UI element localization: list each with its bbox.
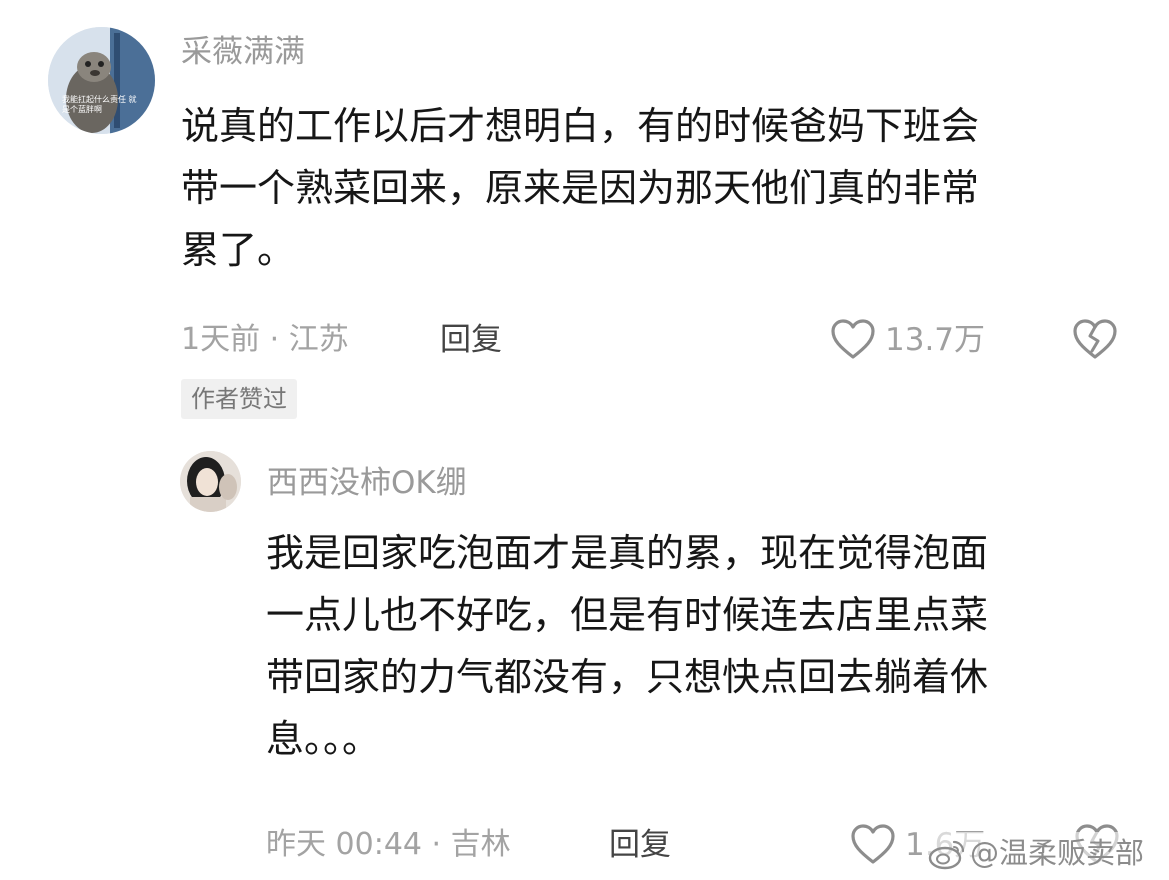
comment-like-count: 13.7万 (885, 322, 986, 358)
weibo-logo-icon (928, 838, 966, 870)
reply-text-line: 带回家的力气都没有，只想快点回去躺着休 (266, 655, 989, 699)
reply-text-line: 息。。。 (266, 717, 381, 761)
reply-text: 我是回家吃泡面才是真的累，现在觉得泡面 一点儿也不好吃，但是有时候连去店里点菜 … (266, 522, 1136, 770)
heart-outline-icon (851, 824, 895, 864)
author-liked-badge: 作者赞过 (181, 379, 297, 419)
broken-heart-icon (1073, 319, 1117, 359)
commenter-avatar[interactable]: 我能扛起什么责任 就是个蓝胖啊 (48, 27, 155, 134)
comment-text-line: 带一个熟菜回来，原来是因为那天他们真的非常 (181, 166, 980, 210)
avatar-caption: 我能扛起什么责任 就是个蓝胖啊 (62, 95, 137, 114)
reply-text-line: 一点儿也不好吃，但是有时候连去店里点菜 (266, 593, 989, 637)
reply-text-line: 我是回家吃泡面才是真的累，现在觉得泡面 (266, 531, 989, 575)
watermark-text: @温柔贩卖部 (970, 836, 1145, 870)
dislike-button[interactable] (1072, 318, 1118, 360)
heart-outline-icon (831, 319, 875, 359)
replier-avatar[interactable] (180, 451, 241, 512)
reply-reply-button[interactable]: 回复 (609, 825, 671, 865)
comment-text: 说真的工作以后才想明白，有的时候爸妈下班会 带一个熟菜回来，原来是因为那天他们真… (181, 95, 1141, 281)
comment-meta: 1天前 · 江苏 (181, 322, 349, 357)
reply-username[interactable]: 西西没柿OK绷 (267, 463, 467, 503)
reply-like-button[interactable] (850, 823, 896, 865)
avatar-image (180, 451, 241, 512)
comment-text-line: 累了。 (181, 228, 296, 272)
comment-text-line: 说真的工作以后才想明白，有的时候爸妈下班会 (181, 104, 980, 148)
reply-meta: 昨天 00:44 · 吉林 (266, 827, 511, 862)
comment-username[interactable]: 采薇满满 (181, 32, 305, 72)
comment-reply-button[interactable]: 回复 (440, 320, 502, 360)
like-button[interactable] (830, 318, 876, 360)
avatar-image (48, 27, 155, 134)
